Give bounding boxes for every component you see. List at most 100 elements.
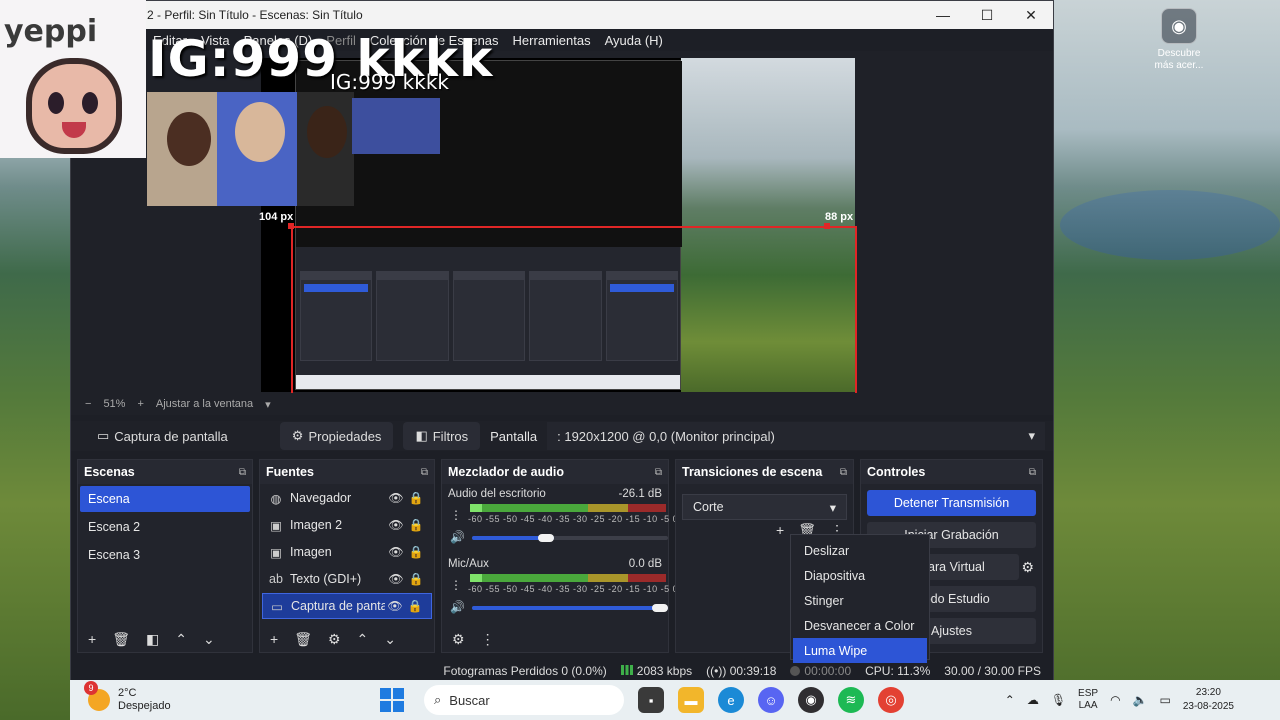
undock-icon[interactable]: ⧉	[239, 467, 246, 478]
zoom-in-button[interactable]: +	[137, 398, 143, 410]
source-item[interactable]: ▣ Imagen 👁 🔒	[262, 539, 432, 565]
undock-icon[interactable]: ⧉	[840, 467, 847, 478]
source-toolbar: ▭ Captura de pantalla ⚙ Propiedades ◧ Fi…	[71, 421, 1053, 451]
add-icon[interactable]: +	[776, 522, 784, 539]
speaker-icon[interactable]: 🔊	[450, 530, 465, 544]
scenes-title: Escenas	[84, 465, 135, 479]
lock-icon[interactable]: 🔒	[406, 572, 426, 586]
battery-icon[interactable]: ▭	[1160, 693, 1171, 707]
eye-icon[interactable]: 👁	[386, 491, 406, 505]
lock-icon[interactable]: 🔒	[405, 599, 425, 613]
clock[interactable]: 23:20 23-08-2025	[1183, 686, 1234, 714]
filters-button[interactable]: ◧ Filtros	[403, 422, 481, 450]
lock-icon[interactable]: 🔒	[406, 545, 426, 559]
volume-slider[interactable]	[538, 534, 554, 542]
task-view-icon[interactable]: ▪	[638, 687, 664, 713]
source-label: Captura de panta	[291, 599, 385, 613]
eye-icon[interactable]: 👁	[386, 545, 406, 559]
discord-icon[interactable]: ☺	[758, 687, 784, 713]
filter-icon[interactable]: ◧	[146, 631, 159, 648]
volume-icon[interactable]: 🔈	[1133, 693, 1148, 707]
keyboard-layout: LAA	[1078, 700, 1098, 711]
record-icon	[790, 666, 801, 676]
kebab-menu-icon[interactable]: ⋮	[450, 508, 462, 522]
move-down-icon[interactable]: ⌄	[384, 631, 396, 648]
selected-source-name: Captura de pantalla	[114, 428, 228, 444]
undock-icon[interactable]: ⧉	[1029, 467, 1036, 478]
lock-icon[interactable]: 🔒	[406, 491, 426, 505]
volume-slider[interactable]	[652, 604, 668, 612]
source-item[interactable]: ▣ Imagen 2 👁 🔒	[262, 512, 432, 538]
trash-icon[interactable]: 🗑	[294, 631, 312, 648]
sources-title: Fuentes	[266, 465, 314, 479]
fit-to-window[interactable]: Ajustar a la ventana	[156, 398, 253, 410]
move-down-icon[interactable]: ⌄	[203, 631, 215, 648]
display-select[interactable]: : 1920x1200 @ 0,0 (Monitor principal) ▾	[547, 422, 1045, 450]
maximize-button[interactable]: ☐	[965, 1, 1009, 29]
stop-stream-button[interactable]: Detener Transmisión	[867, 490, 1036, 516]
spotify-icon[interactable]: ≋	[838, 687, 864, 713]
trash-icon[interactable]: 🗑	[112, 631, 130, 648]
menu-item-swipe[interactable]: Diapositiva	[793, 563, 927, 588]
windows-start-icon[interactable]	[380, 688, 404, 712]
eye-icon[interactable]: 👁	[385, 599, 405, 613]
transition-select[interactable]: Corte ▾	[682, 494, 847, 520]
taskbar-search[interactable]: ⌕ Buscar	[424, 685, 624, 715]
system-tray: ⌃ ☁ 🎙 ESP LAA ◠ 🔈 ▭ 23:20 23-08-2025	[1005, 686, 1280, 714]
close-button[interactable]: ✕	[1009, 1, 1053, 29]
eye-icon[interactable]: 👁	[386, 572, 406, 586]
menu-tools[interactable]: Herramientas	[513, 33, 591, 48]
scene-item[interactable]: Escena	[80, 486, 250, 512]
weather-widget[interactable]: 9 2°C Despejado	[70, 681, 370, 713]
wifi-icon[interactable]: ◠	[1110, 693, 1120, 707]
mixer-header: Mezclador de audio ⧉	[442, 460, 668, 484]
source-item[interactable]: ◍ Navegador 👁 🔒	[262, 485, 432, 511]
desktop-shortcut[interactable]: ◉ Descubre más acer...	[1150, 6, 1208, 72]
cloud-icon[interactable]: ☁	[1027, 693, 1039, 707]
source-selection-box[interactable]	[291, 226, 857, 398]
channel-db: -26.1 dB	[618, 488, 662, 500]
microphone-icon[interactable]: 🎙	[1051, 693, 1066, 707]
chevron-down-icon[interactable]: ▾	[265, 398, 271, 411]
scene-item[interactable]: Escena 2	[80, 514, 250, 540]
channel-name: Mic/Aux	[448, 558, 489, 570]
chevron-up-icon[interactable]: ⌃	[1005, 693, 1015, 707]
eye-icon[interactable]: 👁	[386, 518, 406, 532]
nested-overlay-text: IG:999 kkkk	[330, 70, 449, 94]
kebab-menu-icon[interactable]: ⋮	[450, 578, 462, 592]
kebab-menu-icon[interactable]: ⋮	[481, 631, 495, 648]
menu-item-fade-to-color[interactable]: Desvanecer a Color	[793, 613, 927, 638]
file-explorer-icon[interactable]: ▬	[678, 687, 704, 713]
chrome-icon[interactable]: ◎	[878, 687, 904, 713]
move-up-icon[interactable]: ⌃	[175, 631, 187, 648]
obs-icon[interactable]: ◉	[798, 687, 824, 713]
gear-icon[interactable]: ⚙	[452, 631, 465, 648]
source-item[interactable]: ab Texto (GDI+) 👁 🔒	[262, 566, 432, 592]
undock-icon[interactable]: ⧉	[655, 467, 662, 478]
gear-icon[interactable]: ⚙	[328, 631, 341, 648]
undock-icon[interactable]: ⧉	[421, 467, 428, 478]
signal-icon	[620, 665, 633, 675]
menu-help[interactable]: Ayuda (H)	[605, 33, 663, 48]
gear-icon[interactable]: ⚙	[1021, 559, 1034, 576]
move-up-icon[interactable]: ⌃	[357, 631, 369, 648]
record-time: 00:00:00	[804, 664, 852, 678]
source-item[interactable]: ▭ Captura de panta 👁 🔒	[262, 593, 432, 619]
language-indicator[interactable]: ESP LAA	[1078, 688, 1098, 712]
monitor-icon: ▭	[97, 428, 110, 443]
resize-handle[interactable]	[824, 223, 830, 229]
menu-item-stinger[interactable]: Stinger	[793, 588, 927, 613]
menu-item-luma-wipe[interactable]: Luma Wipe	[793, 638, 927, 663]
lock-icon[interactable]: 🔒	[406, 518, 426, 532]
add-icon[interactable]: +	[88, 631, 96, 647]
speaker-icon[interactable]: 🔊	[450, 600, 465, 614]
menu-item-slide[interactable]: Deslizar	[793, 538, 927, 563]
add-icon[interactable]: +	[270, 631, 278, 647]
resize-handle[interactable]	[288, 223, 294, 229]
scene-item[interactable]: Escena 3	[80, 542, 250, 568]
cpu-usage: CPU: 11.3%	[865, 664, 931, 678]
zoom-out-button[interactable]: −	[85, 398, 91, 410]
properties-button[interactable]: ⚙ Propiedades	[279, 422, 394, 450]
edge-icon[interactable]: e	[718, 687, 744, 713]
minimize-button[interactable]: —	[921, 1, 965, 29]
